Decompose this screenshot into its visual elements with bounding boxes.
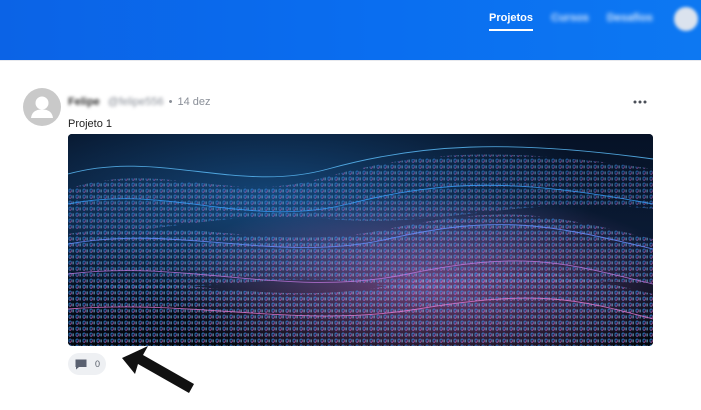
post-date: 14 dez	[177, 96, 211, 108]
header-divider	[0, 60, 701, 61]
more-horizontal-icon	[633, 100, 647, 104]
comment-count: 0	[95, 359, 101, 369]
post-header: Felipe @felipe556 • 14 dez	[68, 96, 211, 108]
nav-link-desafios[interactable]: Desafios	[607, 11, 653, 25]
user-avatar[interactable]	[674, 7, 698, 31]
author-name[interactable]: Felipe	[68, 96, 100, 108]
author-handle[interactable]: @felipe556	[108, 96, 164, 108]
meta-separator: •	[168, 96, 173, 108]
comment-icon	[74, 358, 88, 371]
author-avatar[interactable]	[23, 88, 61, 126]
post-title: Projeto 1	[68, 118, 113, 130]
nav-link-projetos[interactable]: Projetos	[489, 11, 534, 31]
comment-button[interactable]: 0	[68, 353, 106, 375]
main-nav: Projetos Cursos Desafios	[489, 11, 671, 31]
top-navigation-bar: Projetos Cursos Desafios	[0, 0, 701, 60]
annotation-arrow-icon	[112, 338, 202, 410]
user-placeholder-icon	[31, 96, 53, 118]
post-image[interactable]	[68, 134, 653, 346]
nav-link-cursos[interactable]: Cursos	[551, 11, 589, 25]
post-options-button[interactable]	[630, 94, 650, 110]
binary-wave-image	[68, 134, 653, 346]
